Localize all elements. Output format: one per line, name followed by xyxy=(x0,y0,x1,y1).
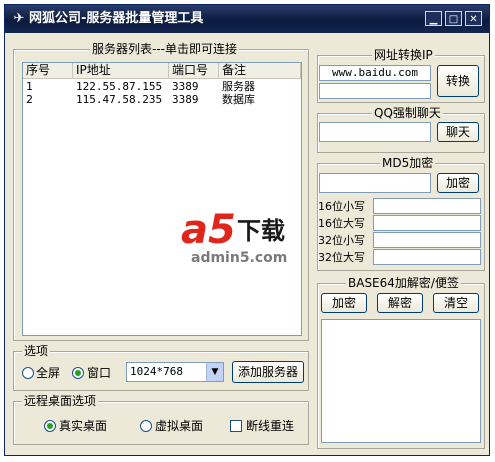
cell-index: 1 xyxy=(26,80,33,93)
md5-32-upper-field[interactable] xyxy=(373,249,481,265)
window-title: 网狐公司-服务器批量管理工具 xyxy=(29,11,204,26)
md5-16-upper-label: 16位大写 xyxy=(318,217,365,230)
qq-chat-title: QQ强制聊天 xyxy=(372,106,443,120)
column-header-index[interactable]: 序号 xyxy=(23,63,73,78)
title-bar[interactable]: ✈ 网狐公司-服务器批量管理工具 ▁ □ ✕ xyxy=(5,5,489,33)
server-list-view[interactable]: 序号 IP地址 端口号 备注 1 122.55.87.155 3389 服务器 … xyxy=(22,62,302,336)
url-input[interactable]: www.baidu.com xyxy=(319,65,431,81)
watermark-logo: a5 下载 admin5.com xyxy=(181,208,319,270)
maximize-button[interactable]: □ xyxy=(445,11,462,26)
fullscreen-radio[interactable] xyxy=(22,367,34,379)
md5-32-lower-field[interactable] xyxy=(373,232,481,248)
cell-ip: 115.47.58.235 xyxy=(76,93,163,106)
window-label: 窗口 xyxy=(87,366,112,380)
fullscreen-label: 全屏 xyxy=(36,366,61,380)
remote-desktop-group: 远程桌面选项 真实桌面 虚拟桌面 断线重连 xyxy=(13,394,309,445)
server-list-header: 序号 IP地址 端口号 备注 xyxy=(23,63,301,79)
real-desktop-label: 真实桌面 xyxy=(59,419,108,433)
cell-note: 服务器 xyxy=(222,80,255,93)
add-server-button[interactable]: 添加服务器 xyxy=(232,361,304,383)
cell-port: 3389 xyxy=(172,80,199,93)
table-row[interactable]: 1 122.55.87.155 3389 服务器 xyxy=(23,80,301,93)
qq-number-input[interactable] xyxy=(319,122,431,142)
base64-encrypt-button[interactable]: 加密 xyxy=(321,293,367,313)
md5-16-lower-field[interactable] xyxy=(373,198,481,214)
cell-port: 3389 xyxy=(172,93,199,106)
chevron-down-icon[interactable]: ▼ xyxy=(206,363,223,381)
virtual-desktop-radio[interactable] xyxy=(140,420,152,432)
reconnect-checkbox[interactable] xyxy=(230,420,242,432)
main-window: ✈ 网狐公司-服务器批量管理工具 ▁ □ ✕ 服务器列表---单击即可连接 序号… xyxy=(4,4,490,456)
watermark-a5-logo: a5 xyxy=(181,207,236,253)
md5-title: MD5加密 xyxy=(380,156,436,170)
md5-16-upper-field[interactable] xyxy=(373,215,481,231)
reconnect-label: 断线重连 xyxy=(246,419,295,433)
url-to-ip-title: 网址转换IP xyxy=(372,48,435,62)
watermark-brand-text: 下载 xyxy=(237,217,285,245)
resolution-select[interactable]: 1024*768 ▼ xyxy=(126,362,224,382)
resolution-value: 1024*768 xyxy=(130,365,183,378)
real-desktop-radio[interactable] xyxy=(44,420,56,432)
base64-clear-button[interactable]: 清空 xyxy=(433,293,479,313)
md5-32-upper-label: 32位大写 xyxy=(318,251,365,264)
column-header-ip[interactable]: IP地址 xyxy=(73,63,169,78)
cell-note: 数据库 xyxy=(222,93,255,106)
virtual-desktop-label: 虚拟桌面 xyxy=(155,419,204,433)
cell-ip: 122.55.87.155 xyxy=(76,80,163,93)
app-fox-icon: ✈ xyxy=(13,11,25,26)
remote-desktop-title: 远程桌面选项 xyxy=(22,394,99,408)
options-group: 选项 全屏 窗口 1024*768 ▼ 添加服务器 xyxy=(13,344,309,391)
window-radio[interactable] xyxy=(72,367,84,379)
server-list-group: 服务器列表---单击即可连接 序号 IP地址 端口号 备注 1 122.55.8… xyxy=(13,42,309,341)
base64-title: BASE64加解密/便签 xyxy=(346,276,461,290)
md5-16-lower-label: 16位小写 xyxy=(318,200,365,213)
close-button[interactable]: ✕ xyxy=(465,11,482,26)
column-header-port[interactable]: 端口号 xyxy=(169,63,219,78)
md5-encrypt-button[interactable]: 加密 xyxy=(437,173,479,193)
base64-decrypt-button[interactable]: 解密 xyxy=(377,293,423,313)
column-header-note[interactable]: 备注 xyxy=(219,63,301,78)
minimize-button[interactable]: ▁ xyxy=(425,11,442,26)
md5-32-lower-label: 32位小写 xyxy=(318,234,365,247)
watermark-url-text: admin5.com xyxy=(191,250,288,266)
base64-textarea[interactable] xyxy=(321,319,481,443)
convert-button[interactable]: 转换 xyxy=(437,65,479,97)
ip-output-field[interactable] xyxy=(319,83,431,99)
options-title: 选项 xyxy=(22,344,51,358)
chat-button[interactable]: 聊天 xyxy=(437,122,479,142)
table-row[interactable]: 2 115.47.58.235 3389 数据库 xyxy=(23,93,301,106)
md5-input[interactable] xyxy=(319,173,431,193)
server-list-title: 服务器列表---单击即可连接 xyxy=(90,42,239,56)
cell-index: 2 xyxy=(26,93,33,106)
